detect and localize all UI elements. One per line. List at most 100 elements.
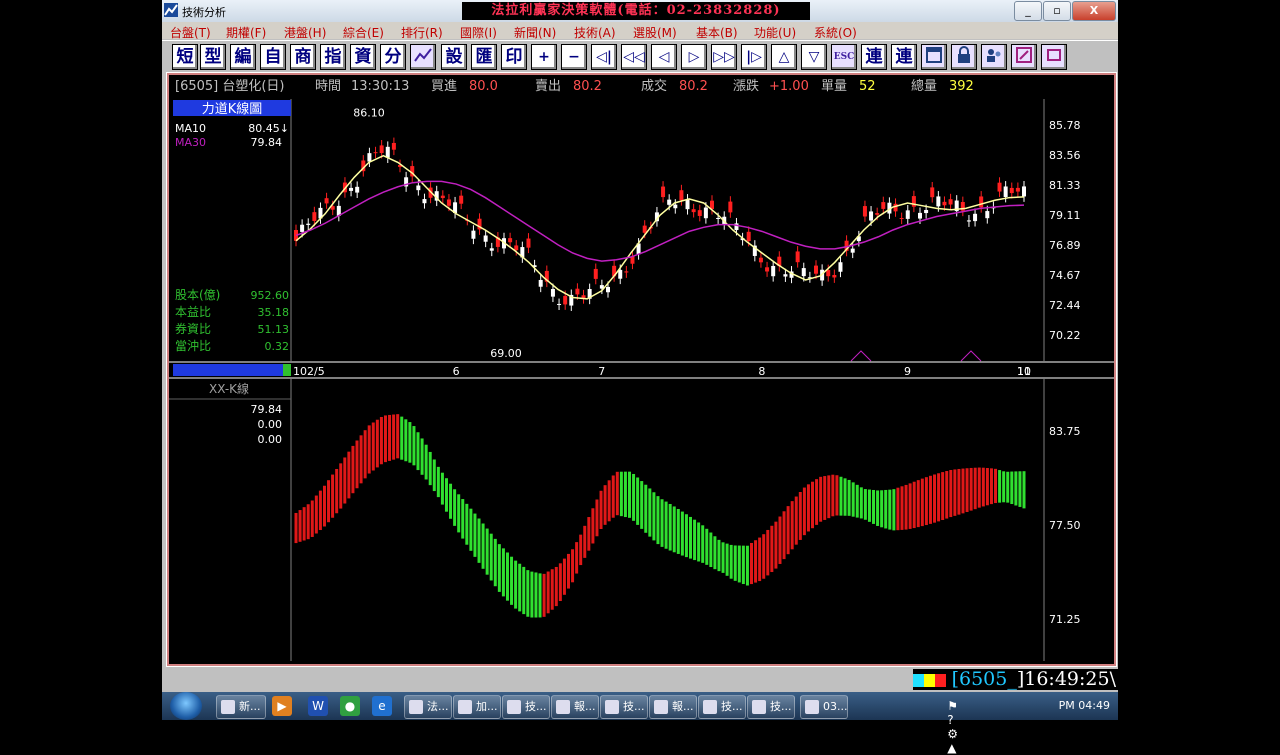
zoom-in-button[interactable]: + bbox=[531, 44, 557, 70]
menu-fundamentals[interactable]: 基本(B) bbox=[696, 24, 738, 41]
maximize-button[interactable]: ▫ bbox=[1043, 1, 1071, 21]
menu-taipan[interactable]: 台盤(T) bbox=[170, 24, 211, 41]
candle-body bbox=[850, 248, 855, 253]
taskbar-item-3[interactable]: 技... bbox=[502, 695, 550, 719]
fast-back-button[interactable]: ◁◁ bbox=[621, 44, 647, 70]
scrollbar-thumb[interactable] bbox=[283, 364, 291, 376]
taskbar-item-4[interactable]: 報... bbox=[551, 695, 599, 719]
word-icon[interactable]: W bbox=[308, 696, 328, 716]
taskbar-item-6[interactable]: 報... bbox=[649, 695, 697, 719]
lock-icon[interactable] bbox=[951, 44, 977, 70]
taskbar-item-0[interactable]: 新... bbox=[216, 695, 266, 719]
ie-icon[interactable]: e bbox=[372, 696, 392, 716]
taskbar-item-1[interactable]: 法... bbox=[404, 695, 452, 719]
title-bar[interactable]: 技術分析 法拉利贏家決策軟體(電話：02-23832828) _ ▫ X bbox=[162, 0, 1118, 23]
chrome-icon[interactable]: ● bbox=[340, 696, 360, 716]
tool-edit-button[interactable]: 編 bbox=[230, 44, 256, 70]
oscillator-bar bbox=[412, 426, 416, 466]
high-label: 86.10 bbox=[353, 107, 385, 120]
edit-icon[interactable] bbox=[1011, 44, 1037, 70]
tool-pattern-button[interactable]: 型 bbox=[200, 44, 226, 70]
tool-product-button[interactable]: 商 bbox=[290, 44, 316, 70]
candle-body bbox=[563, 295, 568, 305]
users-icon[interactable] bbox=[981, 44, 1007, 70]
oscillator-bar bbox=[815, 479, 819, 525]
menu-international[interactable]: 國際(I) bbox=[460, 24, 497, 41]
menu-ranking[interactable]: 排行(R) bbox=[401, 24, 443, 41]
menu-technical[interactable]: 技術(A) bbox=[574, 24, 616, 41]
minimize-button[interactable]: _ bbox=[1014, 1, 1042, 21]
oscillator-bar bbox=[575, 542, 579, 574]
oscillator-bar bbox=[689, 516, 693, 559]
menu-functions[interactable]: 功能(U) bbox=[754, 24, 796, 41]
oscillator-bar bbox=[359, 435, 363, 484]
chart-area[interactable]: 力道K線圖 MA10 80.45↓ MA30 79.84 股本(億) 952.6… bbox=[169, 99, 1114, 661]
menu-news[interactable]: 新聞(N) bbox=[514, 24, 556, 41]
back-button[interactable]: ◁ bbox=[651, 44, 677, 70]
zoom-out-button[interactable]: − bbox=[561, 44, 587, 70]
scroll-up-button[interactable]: △ bbox=[771, 44, 797, 70]
scroll-down-button[interactable]: ▽ bbox=[801, 44, 827, 70]
last-page-button[interactable]: |▷ bbox=[741, 44, 767, 70]
menu-composite[interactable]: 綜合(E) bbox=[343, 24, 384, 41]
link-button-1[interactable]: 連 bbox=[861, 44, 887, 70]
link-button-2[interactable]: 連 bbox=[891, 44, 917, 70]
taskbar-item-9[interactable]: 03... bbox=[800, 695, 848, 719]
ask-value: 80.2 bbox=[573, 79, 602, 94]
taskbar-item-7[interactable]: 技... bbox=[698, 695, 746, 719]
candle-body bbox=[979, 196, 984, 208]
taskbar-item-8[interactable]: 技... bbox=[747, 695, 795, 719]
menu-hk[interactable]: 港盤(H) bbox=[284, 24, 326, 41]
chart-app-icon bbox=[164, 3, 178, 17]
oscillator-bar bbox=[534, 572, 538, 618]
oscillator-bar bbox=[656, 496, 660, 545]
taskbar-item-5[interactable]: 技... bbox=[600, 695, 648, 719]
candle-body bbox=[673, 204, 678, 209]
close-button[interactable]: X bbox=[1072, 1, 1116, 21]
tool-indicator-button[interactable]: 指 bbox=[320, 44, 346, 70]
volume-label: 單量 bbox=[821, 79, 848, 94]
candle-body bbox=[875, 213, 880, 215]
app-window: 技術分析 法拉利贏家決策軟體(電話：02-23832828) _ ▫ X 台盤(… bbox=[162, 0, 1118, 692]
media-player-icon[interactable]: ▶ bbox=[272, 696, 292, 716]
forward-button[interactable]: ▷ bbox=[681, 44, 707, 70]
tool-data-button[interactable]: 資 bbox=[350, 44, 376, 70]
oscillator-bar bbox=[709, 532, 713, 568]
oscillator-bar bbox=[680, 511, 684, 556]
tool-settings-button[interactable]: 設 bbox=[441, 44, 467, 70]
oscillator-bar bbox=[908, 483, 912, 529]
oscillator-bar bbox=[579, 534, 583, 566]
window-restore-icon[interactable] bbox=[1041, 44, 1067, 70]
tool-minute-button[interactable]: 分 bbox=[380, 44, 406, 70]
tool-export-button[interactable]: 匯 bbox=[471, 44, 497, 70]
oscillator-bar bbox=[481, 523, 485, 569]
oscillator-bar bbox=[396, 414, 400, 459]
tool-custom-button[interactable]: 自 bbox=[260, 44, 286, 70]
menu-system[interactable]: 系統(O) bbox=[814, 24, 857, 41]
candle-body bbox=[606, 286, 610, 293]
sub-panel-title: XX-K線 bbox=[209, 381, 249, 396]
taskbar-item-2[interactable]: 加... bbox=[453, 695, 501, 719]
menu-futures[interactable]: 期權(F) bbox=[226, 24, 266, 41]
tool-print-button[interactable]: 印 bbox=[501, 44, 527, 70]
oscillator-bar bbox=[379, 416, 383, 465]
first-page-button[interactable]: ◁| bbox=[591, 44, 617, 70]
time-scrollbar[interactable] bbox=[173, 364, 285, 376]
menu-stock-picker[interactable]: 選股(M) bbox=[633, 24, 677, 41]
oscillator-bar bbox=[957, 468, 961, 515]
fund-value-1: 35.18 bbox=[258, 306, 290, 319]
tool-short-button[interactable]: 短 bbox=[172, 44, 198, 70]
ask-label: 賣出 bbox=[535, 79, 562, 94]
candle-body bbox=[973, 213, 978, 222]
oscillator-bar bbox=[367, 425, 371, 474]
start-button[interactable] bbox=[170, 692, 202, 720]
fast-forward-button[interactable]: ▷▷ bbox=[711, 44, 737, 70]
escape-button[interactable]: ESC bbox=[831, 44, 857, 70]
oscillator-bar bbox=[400, 416, 404, 460]
oscillator-bar bbox=[737, 545, 741, 583]
window-layout-icon[interactable] bbox=[921, 44, 947, 70]
x-tick-4: 9 bbox=[904, 365, 911, 378]
tray-icons[interactable]: ⚑ ? ⚙ ▲ bbox=[947, 699, 958, 755]
oscillator-bar bbox=[371, 422, 375, 471]
chart-tool-icon[interactable] bbox=[410, 44, 436, 70]
